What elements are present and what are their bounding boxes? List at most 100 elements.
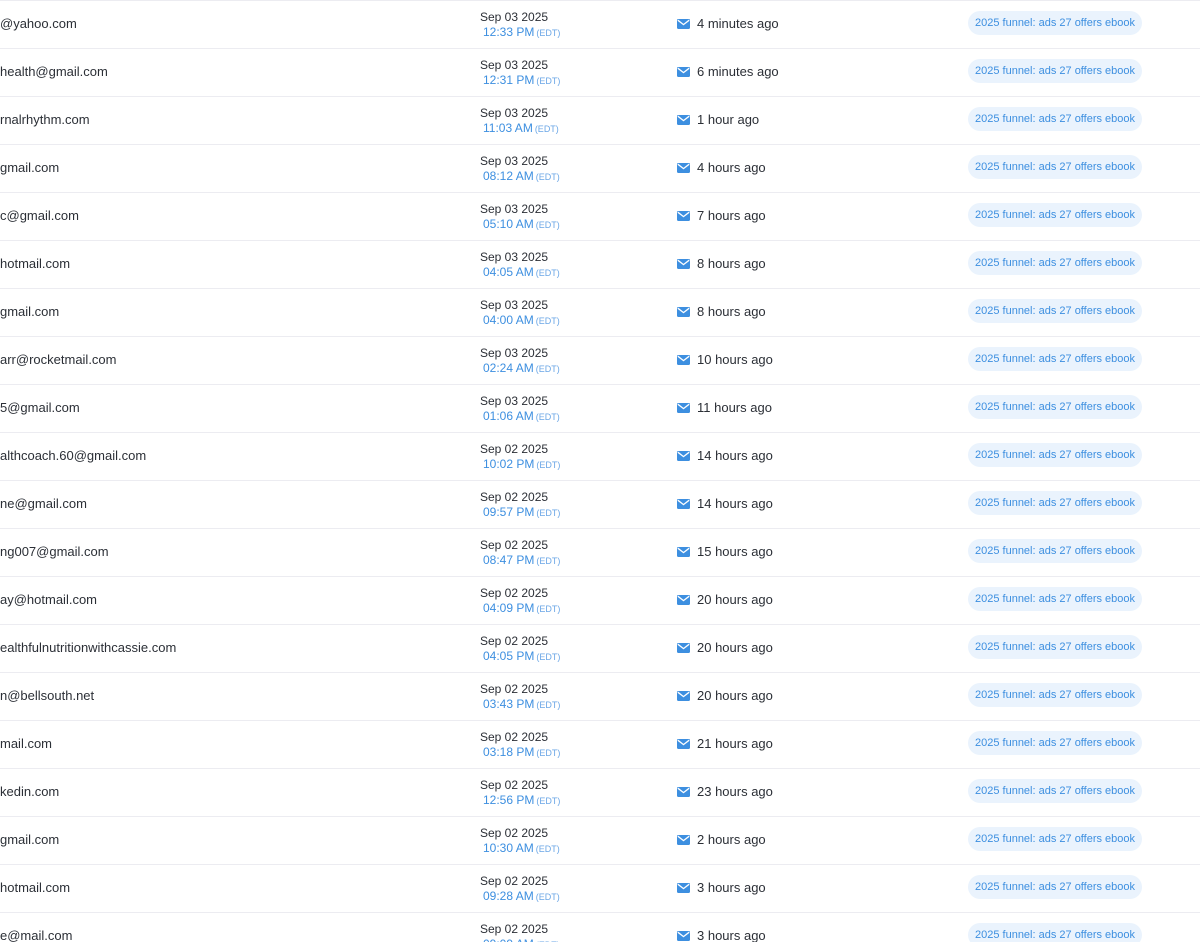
funnel-tag[interactable]: 2025 funnel: ads 27 offers ebook — [968, 59, 1143, 83]
envelope-icon — [677, 546, 690, 557]
time-text: 01:06 AM (EDT) — [480, 409, 560, 425]
table-row[interactable]: ealthfulnutritionwithcassie.com Sep 02 2… — [0, 625, 1200, 673]
email-cell[interactable]: gmail.com — [0, 160, 59, 175]
envelope-icon — [677, 354, 690, 365]
sent-cell: 10 hours ago — [677, 352, 773, 367]
funnel-tag[interactable]: 2025 funnel: ads 27 offers ebook — [968, 683, 1143, 707]
sent-relative-time: 20 hours ago — [697, 640, 773, 655]
envelope-icon — [677, 690, 690, 701]
funnel-tag[interactable]: 2025 funnel: ads 27 offers ebook — [968, 299, 1143, 323]
date-cell: Sep 02 2025 12:56 PM (EDT) — [480, 778, 560, 809]
funnel-tag[interactable]: 2025 funnel: ads 27 offers ebook — [968, 491, 1143, 515]
funnel-tag[interactable]: 2025 funnel: ads 27 offers ebook — [968, 827, 1143, 851]
funnel-tag[interactable]: 2025 funnel: ads 27 offers ebook — [968, 923, 1143, 942]
timezone-label: (EDT) — [536, 460, 561, 470]
envelope-icon — [677, 402, 690, 413]
time-value: 12:31 PM — [483, 73, 535, 87]
table-row[interactable]: rnalrhythm.com Sep 03 2025 11:03 AM (EDT)… — [0, 97, 1200, 145]
table-row[interactable]: gmail.com Sep 03 2025 08:12 AM (EDT) 4 ho… — [0, 145, 1200, 193]
email-cell[interactable]: n@bellsouth.net — [0, 688, 94, 703]
funnel-tag[interactable]: 2025 funnel: ads 27 offers ebook — [968, 107, 1143, 131]
table-row[interactable]: gmail.com Sep 02 2025 10:30 AM (EDT) 2 ho… — [0, 817, 1200, 865]
date-cell: Sep 02 2025 08:47 PM (EDT) — [480, 538, 560, 569]
email-cell[interactable]: gmail.com — [0, 304, 59, 319]
table-row[interactable]: ng007@gmail.com Sep 02 2025 08:47 PM (EDT… — [0, 529, 1200, 577]
date-cell: Sep 03 2025 08:12 AM (EDT) — [480, 154, 560, 185]
sent-cell: 14 hours ago — [677, 496, 773, 511]
table-row[interactable]: kedin.com Sep 02 2025 12:56 PM (EDT) 23 h… — [0, 769, 1200, 817]
table-row[interactable]: e@mail.com Sep 02 2025 09:09 AM(EDT) 3 h… — [0, 913, 1200, 942]
table-row[interactable]: ay@hotmail.com Sep 02 2025 04:09 PM (EDT)… — [0, 577, 1200, 625]
sent-relative-time: 14 hours ago — [697, 448, 773, 463]
sent-relative-time: 8 hours ago — [697, 304, 766, 319]
table-row[interactable]: hotmail.com Sep 03 2025 04:05 AM (EDT) 8 … — [0, 241, 1200, 289]
email-cell[interactable]: e@mail.com — [0, 928, 72, 942]
funnel-tag[interactable]: 2025 funnel: ads 27 offers ebook — [968, 443, 1143, 467]
email-cell[interactable]: gmail.com — [0, 832, 59, 847]
time-text: 12:31 PM (EDT) — [480, 73, 560, 89]
time-value: 04:00 AM — [483, 313, 534, 327]
table-row[interactable]: n@bellsouth.net Sep 02 2025 03:43 PM (EDT… — [0, 673, 1200, 721]
email-cell[interactable]: kedin.com — [0, 784, 59, 799]
time-text: 04:09 PM (EDT) — [480, 601, 560, 617]
funnel-tag[interactable]: 2025 funnel: ads 27 offers ebook — [968, 539, 1143, 563]
funnel-tag[interactable]: 2025 funnel: ads 27 offers ebook — [968, 251, 1143, 275]
email-cell[interactable]: hotmail.com — [0, 880, 70, 895]
envelope-icon — [677, 18, 690, 29]
date-cell: Sep 03 2025 04:00 AM (EDT) — [480, 298, 560, 329]
table-row[interactable]: ne@gmail.com Sep 02 2025 09:57 PM (EDT) 1… — [0, 481, 1200, 529]
envelope-icon — [677, 882, 690, 893]
envelope-icon — [677, 306, 690, 317]
funnel-tag[interactable]: 2025 funnel: ads 27 offers ebook — [968, 395, 1143, 419]
funnel-tag[interactable]: 2025 funnel: ads 27 offers ebook — [968, 875, 1143, 899]
funnel-tag[interactable]: 2025 funnel: ads 27 offers ebook — [968, 203, 1143, 227]
email-cell[interactable]: ne@gmail.com — [0, 496, 87, 511]
date-cell: Sep 02 2025 10:02 PM (EDT) — [480, 442, 560, 473]
table-row[interactable]: 5@gmail.com Sep 03 2025 01:06 AM (EDT) 11… — [0, 385, 1200, 433]
funnel-tag[interactable]: 2025 funnel: ads 27 offers ebook — [968, 155, 1143, 179]
date-cell: Sep 03 2025 04:05 AM (EDT) — [480, 250, 560, 281]
funnel-tag[interactable]: 2025 funnel: ads 27 offers ebook — [968, 11, 1143, 35]
table-row[interactable]: @yahoo.com Sep 03 2025 12:33 PM (EDT) 4 m… — [0, 1, 1200, 49]
sent-relative-time: 4 hours ago — [697, 160, 766, 175]
email-cell[interactable]: hotmail.com — [0, 256, 70, 271]
funnel-tag[interactable]: 2025 funnel: ads 27 offers ebook — [968, 347, 1143, 371]
funnel-tag[interactable]: 2025 funnel: ads 27 offers ebook — [968, 779, 1143, 803]
email-cell[interactable]: c@gmail.com — [0, 208, 79, 223]
time-text: 10:02 PM (EDT) — [480, 457, 560, 473]
table-row[interactable]: althcoach.60@gmail.com Sep 02 2025 10:02… — [0, 433, 1200, 481]
time-value: 09:28 AM — [483, 889, 534, 903]
email-cell[interactable]: ealthfulnutritionwithcassie.com — [0, 640, 176, 655]
date-cell: Sep 03 2025 12:33 PM (EDT) — [480, 10, 560, 41]
email-cell[interactable]: 5@gmail.com — [0, 400, 80, 415]
funnel-tag[interactable]: 2025 funnel: ads 27 offers ebook — [968, 587, 1143, 611]
sent-relative-time: 11 hours ago — [697, 400, 772, 415]
sent-cell: 21 hours ago — [677, 736, 773, 751]
date-text: Sep 02 2025 — [480, 586, 549, 600]
email-cell[interactable]: health@gmail.com — [0, 64, 108, 79]
envelope-icon — [677, 930, 690, 941]
envelope-icon — [677, 114, 690, 125]
table-row[interactable]: c@gmail.com Sep 03 2025 05:10 AM (EDT) 7 … — [0, 193, 1200, 241]
date-cell: Sep 03 2025 12:31 PM (EDT) — [480, 58, 560, 89]
email-cell[interactable]: arr@rocketmail.com — [0, 352, 117, 367]
email-cell[interactable]: ng007@gmail.com — [0, 544, 109, 559]
sent-relative-time: 7 hours ago — [697, 208, 766, 223]
table-row[interactable]: health@gmail.com Sep 03 2025 12:31 PM (ED… — [0, 49, 1200, 97]
table-row[interactable]: gmail.com Sep 03 2025 04:00 AM (EDT) 8 ho… — [0, 289, 1200, 337]
table-row[interactable]: mail.com Sep 02 2025 03:18 PM (EDT) 21 ho… — [0, 721, 1200, 769]
email-cell[interactable]: ay@hotmail.com — [0, 592, 97, 607]
time-value: 12:56 PM — [483, 793, 535, 807]
time-text: 05:10 AM (EDT) — [480, 217, 560, 233]
email-cell[interactable]: @yahoo.com — [0, 16, 77, 31]
date-text: Sep 03 2025 — [480, 250, 549, 264]
email-cell[interactable]: althcoach.60@gmail.com — [0, 448, 146, 463]
time-value: 04:05 PM — [483, 649, 535, 663]
funnel-tag[interactable]: 2025 funnel: ads 27 offers ebook — [968, 635, 1143, 659]
email-cell[interactable]: mail.com — [0, 736, 52, 751]
time-text: 04:05 AM (EDT) — [480, 265, 560, 281]
funnel-tag[interactable]: 2025 funnel: ads 27 offers ebook — [968, 731, 1143, 755]
table-row[interactable]: arr@rocketmail.com Sep 03 2025 02:24 AM(… — [0, 337, 1200, 385]
table-row[interactable]: hotmail.com Sep 02 2025 09:28 AM (EDT) 3 … — [0, 865, 1200, 913]
email-cell[interactable]: rnalrhythm.com — [0, 112, 90, 127]
